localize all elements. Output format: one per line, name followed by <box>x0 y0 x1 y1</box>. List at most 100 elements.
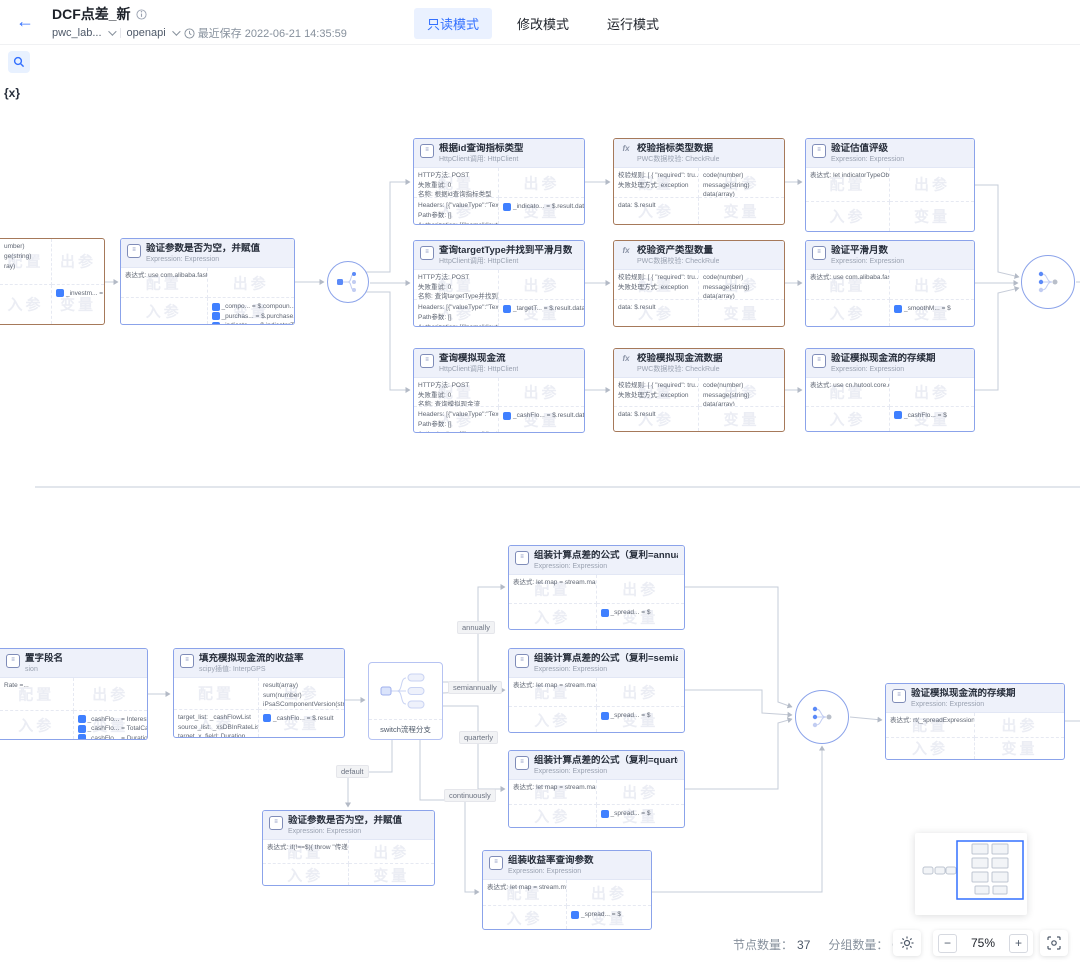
tab-edit-mode[interactable]: 修改模式 <box>504 8 582 39</box>
node-title: 验证估值评级 <box>831 143 904 155</box>
watermark-bl: 入参 <box>0 294 51 315</box>
watermark-bl: 入参 <box>806 206 889 227</box>
quadrant-br: 变量 <box>699 300 784 326</box>
node-title: 根据id查询指标类型 <box>439 143 523 155</box>
quadrant-tr: 出参 <box>597 575 685 604</box>
node-header: ≡填充模拟现金流的收益率scipy插值: InterpGPS <box>174 649 344 678</box>
node-header: fx校验资产类型数量PWC数据校验: CheckRule <box>614 241 784 270</box>
variable-badge-icon <box>601 810 609 818</box>
quadrant-bl: 入参 <box>886 738 975 759</box>
node-formula-annually[interactable]: ≡组装计算点差的公式（复利=annually）Expression: Expre… <box>508 545 685 630</box>
quadrant-tr: 出参 <box>597 780 685 805</box>
hub-merge-top[interactable] <box>1021 255 1075 309</box>
workspace-select[interactable]: pwc_lab... <box>52 27 102 39</box>
node-http-query-sim-cashflow[interactable]: ≡查询模拟现金流HttpClient调用: HttpClient配置HTTP方法… <box>413 348 585 433</box>
watermark-tr: 出参 <box>890 381 974 402</box>
variable-badge-icon <box>78 725 86 733</box>
node-title: 验证模拟现金流的存续期 <box>831 353 936 365</box>
node-formula-semiannually[interactable]: ≡组装计算点差的公式（复利=semiannually）Expression: E… <box>508 648 685 733</box>
config-line: umber) <box>4 242 47 252</box>
node-subtitle: sion <box>25 665 63 674</box>
config-line: Path参数: [] <box>418 313 494 323</box>
config-line: HTTP方法: POST <box>418 381 494 391</box>
expression-icon: ≡ <box>489 856 503 870</box>
variable-badge-text: _cashFlo... = $.result <box>273 715 334 722</box>
node-verify-cashflow-duration-top[interactable]: ≡验证模拟现金流的存续期Expression: Expression配置表达式:… <box>805 348 975 432</box>
node-check-indicator-type[interactable]: fx校验指标类型数据PWC数据校验: CheckRule配置校验规则: [ { … <box>613 138 785 225</box>
variable-badge-text: _cashFlo... = Duration <box>88 735 148 739</box>
node-verify-valuation-rating[interactable]: ≡验证估值评级Expression: Expression配置表达式: let … <box>805 138 975 232</box>
quadrant-tl: 配置HTTP方法: POST失败重试: 0名称: 查询targetType并找到… <box>414 270 499 300</box>
flow-canvas[interactable]: 配置umber)ge(string)ray)出参入参变量_investm... … <box>0 0 1080 965</box>
zoom-out-button[interactable]: − <box>938 934 957 953</box>
focus-icon <box>1047 936 1061 950</box>
node-validate-params-top[interactable]: ≡验证参数是否为空，并赋值Expression: Expression配置表达式… <box>120 238 295 325</box>
fx-icon: fx <box>620 144 632 156</box>
flow-edge <box>685 587 792 707</box>
hub-branch-out[interactable] <box>327 261 369 303</box>
node-subtitle: Expression: Expression <box>831 257 904 266</box>
quadrant-tl: 配置表达式: if(!==$){ throw "传递的... <box>263 840 349 864</box>
variable-badge-text: _smoothM... = $ <box>904 305 951 312</box>
hub-merge-bottom[interactable] <box>795 690 849 744</box>
node-yield-query-params[interactable]: ≡组装收益率查询参数Expression: Expression配置表达式: l… <box>482 850 652 930</box>
quadrant-br: 变量_cashFlo... = InterestRate_cashFlo... … <box>74 711 148 739</box>
watermark-tr: 出参 <box>890 174 974 195</box>
config-line: Headers: [{"valueType":"Text","h... <box>418 201 494 211</box>
node-title: 组装收益率查询参数 <box>508 855 594 867</box>
quadrant-br: 变量_smoothM... = $ <box>890 300 974 326</box>
node-title: 组装计算点差的公式（复利=quarterly） <box>534 755 678 767</box>
info-icon[interactable] <box>136 9 147 20</box>
node-partial-set-field-name[interactable]: ≡置字段名sion配置Rate =...出参入参变量_cashFlo... = … <box>0 648 148 740</box>
node-check-sim-cashflow[interactable]: fx校验模拟现金流数据PWC数据校验: CheckRule配置校验规则: [ {… <box>613 348 785 432</box>
minimap[interactable] <box>915 833 1027 915</box>
quadrant-bl: 入参Headers: [{"valueType":"Text","h...Pat… <box>414 407 499 432</box>
node-http-query-indicator-type[interactable]: ≡根据id查询指标类型HttpClient调用: HttpClient配置HTT… <box>413 138 585 225</box>
zoom-in-button[interactable]: + <box>1009 934 1028 953</box>
settings-button[interactable] <box>893 930 921 956</box>
node-fill-cashflow-yield[interactable]: ≡填充模拟现金流的收益率scipy插值: InterpGPS配置出参result… <box>173 648 345 738</box>
watermark-bl: 入参 <box>263 864 348 885</box>
node-subtitle: scipy插值: InterpGPS <box>199 665 304 674</box>
config-line: 名称: 查询模拟现金流 <box>418 400 494 407</box>
node-validate-params-bottom[interactable]: ≡验证参数是否为空，并赋值Expression: Expression配置表达式… <box>262 810 435 886</box>
chevron-down-icon[interactable] <box>108 27 116 35</box>
variable-badge: _cashFlo... = TotalCashF... <box>78 725 144 733</box>
config-line: HTTP方法: POST <box>418 273 494 283</box>
tab-run-mode[interactable]: 运行模式 <box>594 8 672 39</box>
minimap-viewport[interactable] <box>957 841 1023 899</box>
node-check-asset-type[interactable]: fx校验资产类型数量PWC数据校验: CheckRule配置校验规则: [ { … <box>613 240 785 327</box>
quadrant-tr: 出参 <box>499 168 584 198</box>
node-header: ≡根据id查询指标类型HttpClient调用: HttpClient <box>414 139 584 168</box>
node-subtitle: Expression: Expression <box>831 155 904 164</box>
watermark-bl: 入参 <box>806 408 889 429</box>
node-formula-quarterly[interactable]: ≡组装计算点差的公式（复利=quarterly）Expression: Expr… <box>508 750 685 828</box>
quadrant-br: 变量_spread... = $ <box>597 604 685 629</box>
node-verify-smooth-months[interactable]: ≡验证平滑月数Expression: Expression配置表达式: use … <box>805 240 975 327</box>
node-http-query-target-type[interactable]: ≡查询targetType并找到平滑月数HttpClient调用: HttpCl… <box>413 240 585 327</box>
variables-panel-toggle[interactable]: {x} <box>4 86 20 100</box>
quadrant-tl: 配置校验规则: [ { "required": tru...失败处理方式: ex… <box>614 168 699 198</box>
edge-label: semiannually <box>448 681 502 694</box>
search-button[interactable] <box>8 51 30 73</box>
api-select[interactable]: openapi <box>127 27 166 39</box>
tab-readonly-mode[interactable]: 只读模式 <box>414 8 492 39</box>
variable-badge-icon <box>212 312 220 320</box>
chevron-down-icon[interactable] <box>172 27 180 35</box>
node-verify-cashflow-duration-bottom[interactable]: ≡验证模拟现金流的存续期Expression: Expression配置表达式:… <box>885 683 1065 760</box>
quadrant-bl: 入参 <box>509 604 597 629</box>
fit-view-button[interactable] <box>1040 930 1068 956</box>
expression-icon: ≡ <box>269 816 283 830</box>
variable-badge: _spread... = $ <box>571 911 647 919</box>
quadrant-tl: 配置校验规则: [ { "required": tru...失败处理方式: ex… <box>614 270 699 300</box>
config-line: HTTP方法: POST <box>418 171 494 181</box>
node-partial-left-top[interactable]: 配置umber)ge(string)ray)出参入参变量_investm... … <box>0 238 105 325</box>
config-line: ray) <box>4 262 47 272</box>
watermark-tr: 出参 <box>208 272 295 293</box>
quadrant-tr: 出参 <box>499 378 584 407</box>
back-button[interactable]: ← <box>16 10 34 32</box>
node-switch-branch[interactable]: switch流程分支 <box>368 662 443 740</box>
config-line: 表达式: if(!==$){ throw "传递的... <box>267 843 344 853</box>
node-subtitle: Expression: Expression <box>534 767 678 776</box>
quadrant-br: 变量_spread... = $ <box>597 805 685 827</box>
